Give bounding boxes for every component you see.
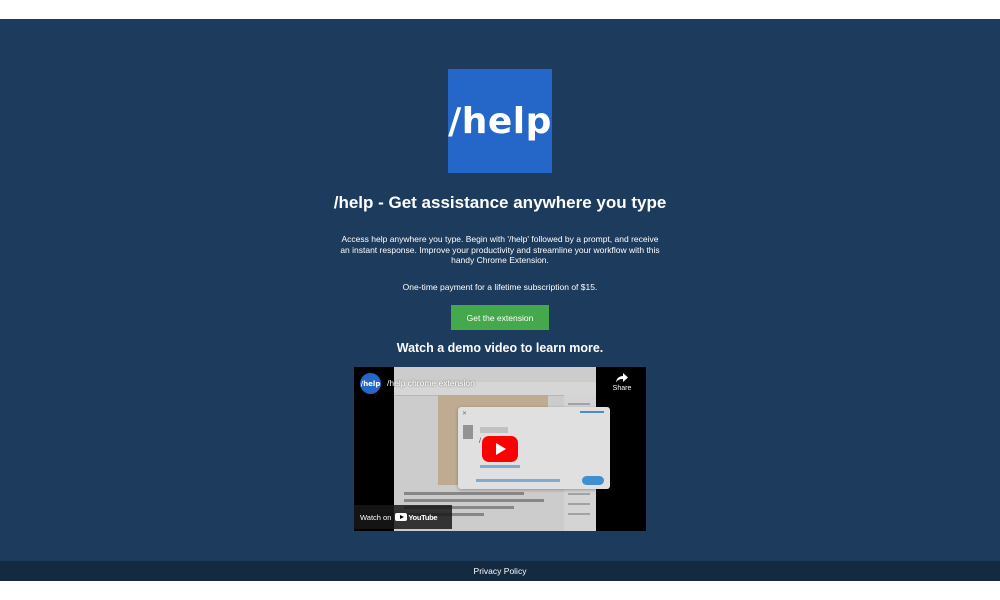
payment-text: One-time payment for a lifetime subscrip… [402,282,598,292]
channel-avatar-text: /help [360,379,381,388]
youtube-logo-text: YouTube [408,512,438,522]
video-title[interactable]: /help chrome extension [387,378,475,388]
share-label: Share [612,385,632,392]
watch-on-youtube-button[interactable]: Watch on YouTube [354,505,452,529]
youtube-play-icon [395,513,408,521]
video-embed[interactable]: ✕ / /help /help chrome extension Share W… [354,367,646,531]
footer: Privacy Policy [0,561,1000,581]
play-icon[interactable] [482,436,518,462]
logo-text: /help [448,100,552,142]
watch-on-label: Watch on [360,512,392,522]
youtube-logo: YouTube [395,512,438,522]
top-strip [0,0,1000,19]
page-title: /help - Get assistance anywhere you type [333,193,667,212]
bottom-strip [0,581,1000,600]
help-logo: /help [448,69,552,173]
description: Access help anywhere you type. Begin wit… [340,234,660,265]
get-extension-button[interactable]: Get the extension [451,305,549,330]
share-icon [616,373,628,383]
demo-heading: Watch a demo video to learn more. [396,341,604,355]
privacy-policy-link[interactable]: Privacy Policy [474,566,527,576]
share-button[interactable]: Share [606,373,638,392]
channel-avatar[interactable]: /help [360,373,381,394]
main-section: /help /help - Get assistance anywhere yo… [0,19,1000,561]
